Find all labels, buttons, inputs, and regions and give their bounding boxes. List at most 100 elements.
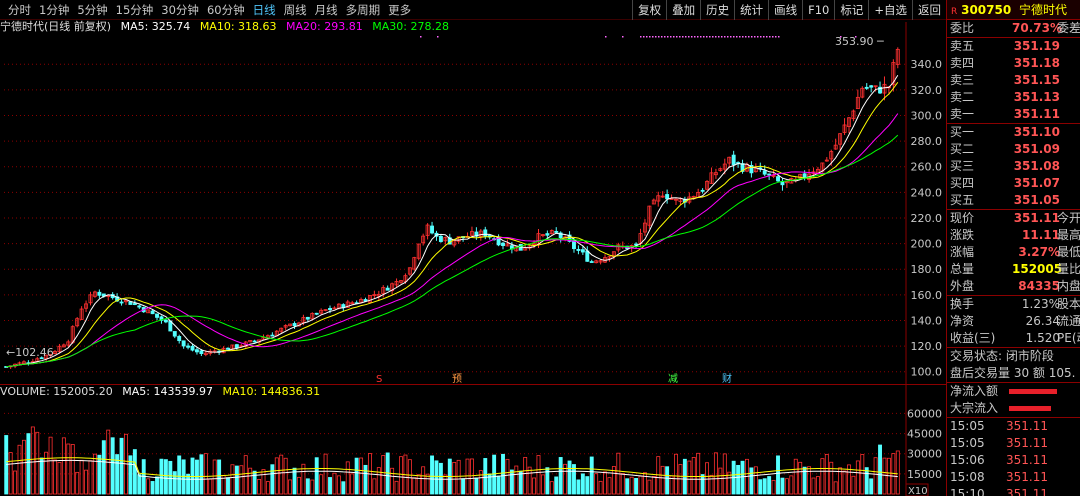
candle-body xyxy=(314,312,319,315)
signal-dot xyxy=(709,36,711,38)
candle-body xyxy=(864,86,869,89)
event-marker[interactable]: S xyxy=(376,374,382,385)
sell-label: 卖二 xyxy=(950,90,975,104)
signal-dot xyxy=(769,36,771,38)
stats2-value: 1.520 xyxy=(1025,331,1060,345)
tick-time: 15:08 xyxy=(950,470,985,484)
flow-bar xyxy=(1009,389,1057,394)
signal-dot xyxy=(655,36,657,38)
signal-dot xyxy=(748,36,750,38)
candle-body xyxy=(137,305,142,308)
stats-label: 总量 xyxy=(950,262,975,276)
flow-row: 大宗流入 xyxy=(947,400,1080,417)
signal-dot xyxy=(700,36,702,38)
signal-dot xyxy=(703,36,705,38)
y-tick-label: 140.0 xyxy=(911,314,943,327)
tick-time: 15:05 xyxy=(950,436,985,450)
volume-bar xyxy=(399,456,403,495)
sell-label: 卖三 xyxy=(950,73,975,87)
volume-bar xyxy=(208,478,213,495)
volume-bar xyxy=(753,466,758,495)
volume-bar xyxy=(212,459,217,495)
signal-dot xyxy=(646,36,648,38)
volume-bar xyxy=(456,459,461,495)
volume-bar xyxy=(882,457,887,495)
sell-row: 卖四 351.18 xyxy=(947,55,1080,72)
buy-value: 351.07 xyxy=(1013,176,1060,190)
stats2-extra-label: PE(动 xyxy=(1057,331,1080,345)
event-marker[interactable]: 财 xyxy=(722,372,732,385)
volume-bar xyxy=(629,476,634,495)
volume-bar xyxy=(873,457,878,495)
weibi-value: 70.73% xyxy=(1012,21,1062,35)
signal-dot xyxy=(715,36,717,38)
stats-row: 涨幅 3.27% 最低 xyxy=(947,244,1080,261)
scale-label: X10 xyxy=(908,486,928,496)
flow-row: 净流入额 xyxy=(947,383,1080,400)
volume-bar xyxy=(452,461,457,495)
candle-body xyxy=(580,249,585,253)
flow-label: 大宗流入 xyxy=(950,401,999,415)
volume-bar xyxy=(132,449,137,495)
volume-bar xyxy=(416,474,421,495)
volume-bar xyxy=(474,477,479,495)
signal-dot xyxy=(706,36,708,38)
volume-bar xyxy=(878,444,882,495)
volume-bar xyxy=(869,478,874,495)
volume-bar xyxy=(780,477,785,495)
volume-bar xyxy=(620,473,625,495)
volume-bar xyxy=(239,465,244,495)
volume-bar xyxy=(824,453,829,495)
volume-bar xyxy=(30,426,35,495)
event-marker[interactable]: 减 xyxy=(668,373,678,385)
volume-bar xyxy=(465,458,470,495)
signal-dot xyxy=(694,36,696,38)
signal-dot xyxy=(724,36,726,38)
volume-bar xyxy=(35,431,40,495)
candle-body xyxy=(97,291,102,296)
volume-bar xyxy=(567,460,572,495)
volume-bar xyxy=(527,466,532,495)
candle-body xyxy=(802,173,807,178)
signal-dot xyxy=(736,36,738,38)
volume-bar xyxy=(17,444,22,495)
volume-bar xyxy=(509,469,514,495)
volume-bar xyxy=(372,478,377,495)
sell-row: 卖五 351.19 xyxy=(947,38,1080,55)
kline-chart[interactable]: 100.0 120.0 140.0 160.0 180.0 200.0 220.0 240.0… xyxy=(0,0,946,496)
y-tick-label: 120.0 xyxy=(911,340,943,353)
volume-bar xyxy=(638,475,643,495)
stats-row: 现价 351.11 今开 xyxy=(947,210,1080,227)
tick-price: 351.11 xyxy=(1006,419,1048,433)
candle-body xyxy=(438,235,443,242)
volume-bar xyxy=(634,478,639,495)
volume-bar xyxy=(470,458,474,495)
volume-bar xyxy=(332,472,337,495)
stock-chart-window: 分时 1分钟 5分钟 15分钟 30分钟 60分钟 日线 周线 月线 多周期 更多 复权 叠加 历史 统计… xyxy=(0,0,1080,496)
stats-value: 84335 xyxy=(1018,279,1060,293)
volume-bar xyxy=(461,478,466,495)
candle-body xyxy=(252,340,257,343)
sell-value: 351.11 xyxy=(1013,107,1060,121)
ma5-line xyxy=(6,74,899,368)
volume-bar xyxy=(438,462,443,495)
signal-dot xyxy=(652,36,654,38)
stock-code: 300750 xyxy=(961,3,1012,17)
event-marker[interactable]: 预 xyxy=(452,373,462,385)
volume-bar xyxy=(274,457,279,495)
candle-body xyxy=(554,230,559,233)
volume-bar xyxy=(709,474,714,495)
signal-dot xyxy=(688,36,690,38)
candle-body xyxy=(385,287,390,291)
sell-row: 卖二 351.13 xyxy=(947,89,1080,106)
volume-bar xyxy=(829,461,834,495)
candle-body xyxy=(767,173,772,176)
candle-body xyxy=(199,350,204,355)
volume-bar xyxy=(549,481,554,495)
y-tick-label: 240.0 xyxy=(911,186,943,199)
volume-bar xyxy=(580,473,585,495)
y-tick-label: 280.0 xyxy=(911,135,943,148)
sell-row: 卖三 351.15 xyxy=(947,72,1080,89)
signal-dot xyxy=(664,36,666,38)
volume-bar xyxy=(425,473,430,495)
